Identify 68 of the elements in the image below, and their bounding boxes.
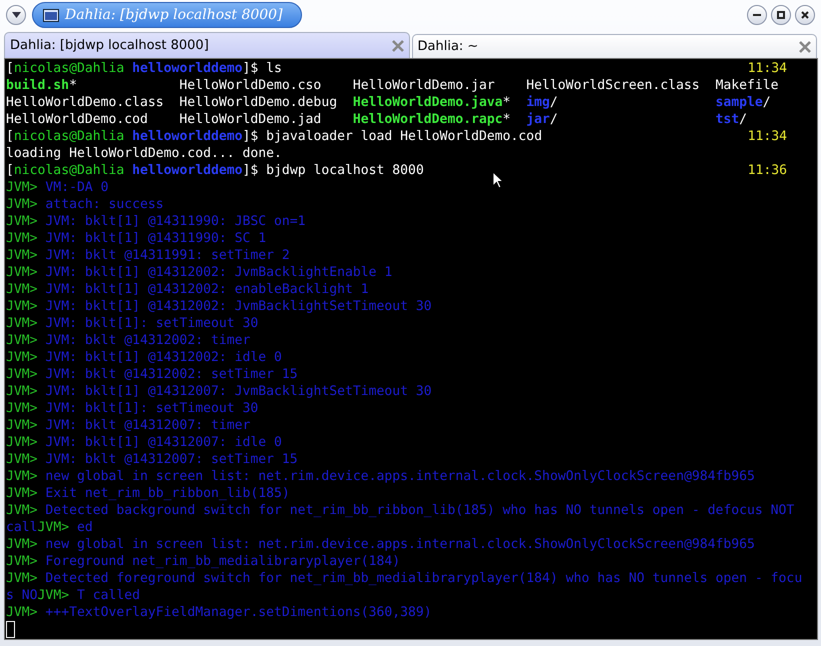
file-name: HelloWorldDemo.jar — [352, 78, 495, 93]
terminal-line: JVM> JVM: bklt @14312002: setTimer 15 — [6, 366, 298, 383]
terminal-line: [nicolas@Dahlia helloworlddemo]$ ls — [6, 60, 282, 77]
file-name: tst/ — [715, 112, 747, 127]
close-icon — [390, 38, 404, 52]
minimize-button[interactable] — [747, 5, 767, 25]
minimize-icon — [753, 14, 761, 16]
file-name: HelloWorldDemo.java* — [352, 95, 511, 110]
terminal-line: JVM> JVM: bklt[1] @14312002: enableBacklight 1 — [6, 281, 369, 298]
file-name: sample/ — [715, 95, 771, 110]
terminal-line: callJVM> ed — [6, 519, 93, 536]
tab-close-button[interactable] — [390, 38, 404, 52]
caret-icon — [12, 12, 20, 18]
terminal-line: JVM> JVM: bklt @14312007: setTimer 15 — [6, 451, 298, 468]
terminal-line: JVM> JVM: bklt[1] @14311990: JBSC on=1 — [6, 213, 306, 230]
terminal-line: JVM> JVM: bklt @14312007: timer — [6, 417, 250, 434]
file-name: build.sh* — [6, 78, 77, 93]
tab-close-button[interactable] — [798, 40, 812, 54]
terminal-line: JVM> Exit net_rim_bb_ribbon_lib(185) — [6, 485, 290, 502]
terminal-line: JVM> Foreground net_rim_bb_medialibraryplayer(184) — [6, 553, 400, 570]
terminal-line: JVM> Detected background switch for net_rim_bb_ribbon_lib(185) who has NO tunnels open - defocus NOT — [6, 502, 794, 519]
close-icon — [798, 40, 812, 54]
terminal-line: JVM> JVM: bklt[1] @14311990: SC 1 — [6, 230, 266, 247]
terminal-line: JVM> +++TextOverlayFieldManager.setDimentions(360,389) — [6, 604, 432, 621]
file-name: HelloWorldDemo.cod — [6, 112, 148, 127]
close-icon — [801, 11, 809, 19]
timestamp: 11:34 — [748, 128, 788, 145]
maximize-icon — [777, 11, 785, 19]
file-name: HelloWorldDemo.debug — [179, 95, 338, 110]
timestamp: 11:36 — [748, 162, 788, 179]
terminal-line: JVM> JVM: bklt @14311991: setTimer 2 — [6, 247, 290, 264]
file-name: HelloWorldDemo.jad — [179, 112, 322, 127]
terminal-line: JVM> attach: success — [6, 196, 164, 213]
terminal-line: [nicolas@Dahlia helloworlddemo]$ bjavaloader load HelloWorldDemo.cod — [6, 128, 542, 145]
window-title: Dahlia: [bjdwp localhost 8000] — [65, 6, 283, 24]
terminal-line: JVM> JVM: bklt[1] @14312007: JvmBacklightSetTimeout 30 — [6, 383, 432, 400]
terminal-line: s NOJVM> T called — [6, 587, 140, 604]
file-name: Makefile — [715, 78, 779, 93]
terminal-tab[interactable]: Dahlia: [bjdwp localhost 8000] — [4, 32, 410, 58]
maximize-button[interactable] — [771, 5, 791, 25]
file-name: HelloWorldDemo.rapc* — [352, 112, 511, 127]
terminal-line: JVM> JVM: bklt[1] @14312007: idle 0 — [6, 434, 282, 451]
terminal-line: JVM> VM:-DA 0 — [6, 179, 108, 196]
file-name: HelloWorldScreen.class — [526, 78, 700, 93]
terminal-tab[interactable]: Dahlia: ~ — [412, 34, 817, 58]
terminal-line: JVM> JVM: bklt[1]: setTimeout 30 — [6, 400, 258, 417]
tab-label: Dahlia: [bjdwp localhost 8000] — [10, 36, 209, 55]
tab-label: Dahlia: ~ — [418, 38, 478, 56]
terminal-line: JVM> JVM: bklt @14312002: timer — [6, 332, 250, 349]
terminal-line: JVM> Detected foreground switch for net_rim_bb_medialibraryplayer(184) who has NO tunnels open - focu — [6, 570, 802, 587]
mouse-pointer-icon — [492, 171, 504, 189]
terminal-line: JVM> JVM: bklt[1] @14312002: JvmBacklightEnable 1 — [6, 264, 392, 281]
terminal-line: loading HelloWorldDemo.cod... done. — [6, 145, 282, 162]
timestamp: 11:34 — [748, 60, 788, 77]
terminal-icon — [43, 8, 59, 22]
terminal-line: JVM> new global in screen list: net.rim.device.apps.internal.clock.ShowOnlyClockScreen@984fb965 — [6, 468, 755, 485]
window-menu-button[interactable] — [6, 5, 26, 25]
text-cursor — [6, 621, 15, 638]
terminal-line: JVM> new global in screen list: net.rim.device.apps.internal.clock.ShowOnlyClockScreen@984fb965 — [6, 536, 755, 553]
file-name: HelloWorldDemo.cso — [179, 78, 322, 93]
close-button[interactable] — [795, 5, 815, 25]
file-name: jar/ — [526, 112, 558, 127]
terminal-line: [nicolas@Dahlia helloworlddemo]$ bjdwp localhost 8000 — [6, 162, 424, 179]
file-name: img/ — [526, 95, 558, 110]
file-name: HelloWorldDemo.class — [6, 95, 164, 110]
terminal-line: JVM> JVM: bklt[1] @14312002: JvmBacklightSetTimeout 30 — [6, 298, 432, 315]
terminal-line: JVM> JVM: bklt[1]: setTimeout 30 — [6, 315, 258, 332]
terminal-line: JVM> JVM: bklt[1] @14312002: idle 0 — [6, 349, 282, 366]
